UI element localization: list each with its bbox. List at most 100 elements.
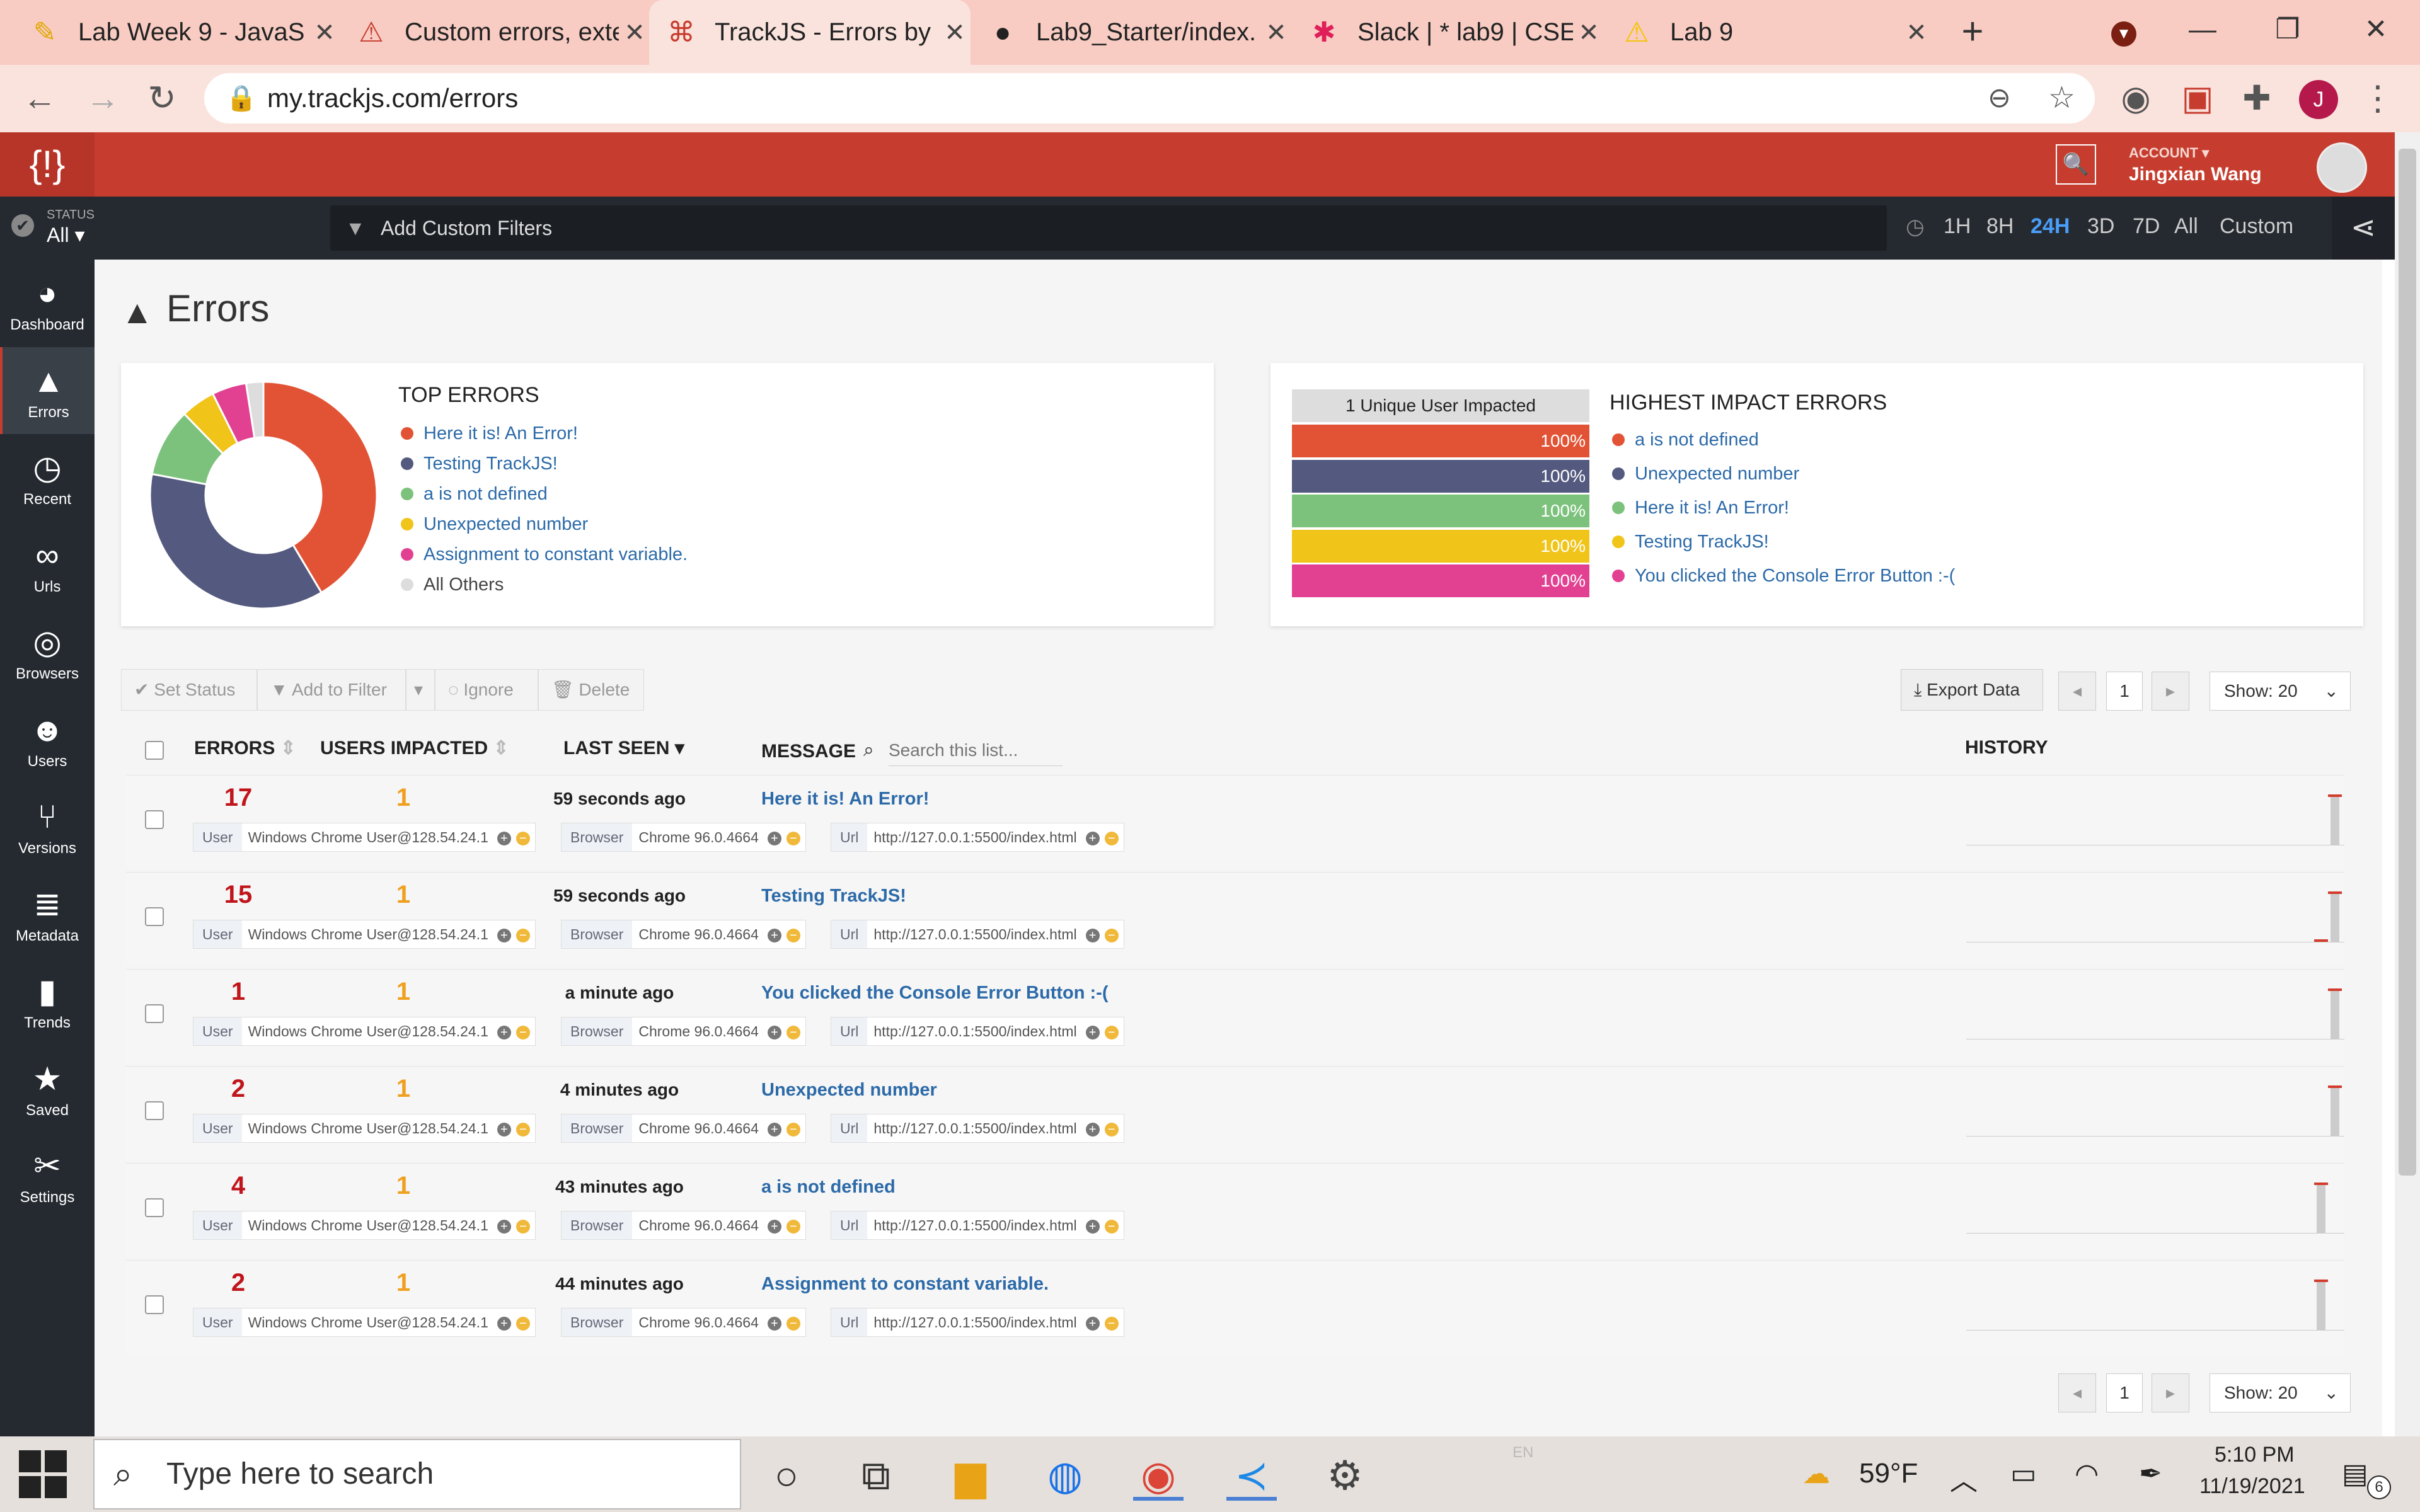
exclude-filter-icon[interactable]: −	[1104, 832, 1119, 845]
forward-icon[interactable]: →	[82, 77, 124, 119]
error-message-link[interactable]: Unexpected number	[761, 1080, 937, 1101]
settings-icon[interactable]: ⚙	[1320, 1450, 1370, 1501]
sidebar-item-trends[interactable]: ▮ Trends	[0, 958, 95, 1045]
exclude-filter-icon[interactable]: −	[516, 1220, 530, 1234]
include-filter-icon[interactable]: +	[497, 1220, 511, 1234]
impact-legend-item[interactable]: You clicked the Console Error Button :-(	[1612, 566, 1955, 587]
tab-close-icon[interactable]: ✕	[1260, 18, 1292, 47]
url-tag[interactable]: Url http://127.0.0.1:5500/index.html + −	[831, 823, 1124, 852]
exclude-filter-icon[interactable]: −	[786, 1317, 800, 1331]
impact-legend-item[interactable]: a is not defined	[1612, 430, 1759, 450]
sidebar-item-users[interactable]: ☻ Users	[0, 696, 95, 783]
user-avatar[interactable]	[2317, 142, 2367, 193]
user-tag[interactable]: User Windows Chrome User@128.54.24.1 + −	[193, 823, 536, 852]
tray-chevron-icon[interactable]: ︿	[1950, 1458, 1978, 1498]
row-checkbox[interactable]	[145, 810, 164, 829]
tab-close-icon[interactable]: ✕	[1901, 18, 1932, 47]
exclude-filter-icon[interactable]: −	[1104, 1317, 1119, 1331]
user-tag[interactable]: User Windows Chrome User@128.54.24.1 + −	[193, 1308, 536, 1337]
export-data-button[interactable]: ⤓ Export Data	[1901, 669, 2043, 711]
browser-tab[interactable]: ✱ Slack | * lab9 | CSE ✕	[1292, 0, 1605, 65]
sidebar-item-saved[interactable]: ★ Saved	[0, 1045, 95, 1132]
weather-temp[interactable]: 59°F	[1859, 1458, 1918, 1489]
sidebar-item-settings[interactable]: ✂ Settings	[0, 1132, 95, 1219]
ignore-button[interactable]: ◌ Ignore	[435, 669, 538, 711]
browser-tag[interactable]: Browser Chrome 96.0.4664 + −	[561, 1114, 806, 1143]
clock-date[interactable]: 11/19/2021	[2199, 1474, 2305, 1499]
wifi-icon[interactable]: ◠	[2075, 1458, 2099, 1490]
top-errors-legend-item[interactable]: All Others	[401, 575, 504, 595]
exclude-filter-icon[interactable]: −	[516, 1123, 530, 1137]
error-message-link[interactable]: Here it is! An Error!	[761, 789, 929, 810]
tab-close-icon[interactable]: ✕	[309, 18, 340, 47]
extension-pocket-icon[interactable]: ▣	[2177, 77, 2218, 119]
file-explorer-icon[interactable]: ▆	[945, 1450, 996, 1501]
reload-icon[interactable]: ↻	[141, 77, 183, 119]
user-tag[interactable]: User Windows Chrome User@128.54.24.1 + −	[193, 1114, 536, 1143]
extension-media-icon[interactable]: ◉	[2115, 77, 2157, 119]
windows-start-icon[interactable]	[19, 1450, 67, 1498]
include-filter-icon[interactable]: +	[497, 1123, 511, 1137]
prev-page-button-bottom[interactable]: ◂	[2058, 1373, 2096, 1412]
include-filter-icon[interactable]: +	[1085, 832, 1100, 845]
sidebar-item-metadata[interactable]: ≣ Metadata	[0, 871, 95, 958]
error-message-link[interactable]: You clicked the Console Error Button :-(	[761, 983, 1109, 1004]
top-errors-legend-item[interactable]: Here it is! An Error!	[401, 423, 578, 444]
time-range-1h[interactable]: 1H	[1944, 214, 1971, 239]
back-icon[interactable]: ←	[19, 77, 60, 119]
include-filter-icon[interactable]: +	[767, 1123, 781, 1137]
top-errors-legend-item[interactable]: Assignment to constant variable.	[401, 544, 688, 565]
url-tag[interactable]: Url http://127.0.0.1:5500/index.html + −	[831, 1017, 1124, 1046]
select-all-checkbox[interactable]	[145, 741, 164, 760]
exclude-filter-icon[interactable]: −	[786, 1026, 800, 1040]
delete-button[interactable]: 🗑 Delete	[538, 669, 644, 711]
minimize-icon[interactable]: —	[2177, 8, 2228, 52]
add-to-filter-dropdown[interactable]: ▾	[406, 669, 435, 711]
exclude-filter-icon[interactable]: −	[786, 1220, 800, 1234]
taskbar-search-input[interactable]: ⌕ Type here to search	[93, 1439, 741, 1509]
task-view-icon[interactable]: ⧉	[851, 1450, 901, 1501]
user-tag[interactable]: User Windows Chrome User@128.54.24.1 + −	[193, 1017, 536, 1046]
impact-legend-item[interactable]: Unexpected number	[1612, 464, 1799, 484]
search-icon[interactable]: 🔍	[2056, 144, 2096, 185]
chrome-icon[interactable]: ◉	[1133, 1450, 1184, 1501]
browser-tag[interactable]: Browser Chrome 96.0.4664 + −	[561, 1308, 806, 1337]
exclude-filter-icon[interactable]: −	[1104, 1220, 1119, 1234]
top-errors-legend-item[interactable]: Unexpected number	[401, 514, 588, 535]
set-status-button[interactable]: ✔ Set Status	[121, 669, 257, 711]
time-range-24h[interactable]: 24H	[2031, 214, 2070, 239]
browser-tab[interactable]: ⚠ Custom errors, exte ✕	[339, 0, 650, 65]
window-close-icon[interactable]: ✕	[2351, 8, 2401, 52]
row-checkbox[interactable]	[145, 1295, 164, 1314]
tab-close-icon[interactable]: ✕	[619, 18, 650, 47]
tab-search-icon[interactable]: ▼	[2099, 8, 2149, 52]
row-checkbox[interactable]	[145, 1004, 164, 1023]
exclude-filter-icon[interactable]: −	[1104, 1123, 1119, 1137]
user-tag[interactable]: User Windows Chrome User@128.54.24.1 + −	[193, 920, 536, 949]
next-page-button-bottom[interactable]: ▸	[2152, 1373, 2189, 1412]
impact-legend-item[interactable]: Testing TrackJS!	[1612, 532, 1769, 553]
scrollbar-thumb[interactable]	[2399, 149, 2416, 1176]
new-tab-button[interactable]: +	[1954, 13, 1991, 50]
include-filter-icon[interactable]: +	[1085, 1123, 1100, 1137]
exclude-filter-icon[interactable]: −	[786, 929, 800, 942]
impact-bar[interactable]: 100%	[1292, 529, 1589, 563]
time-range-7d[interactable]: 7D	[2133, 214, 2160, 239]
include-filter-icon[interactable]: +	[497, 832, 511, 845]
top-errors-legend-item[interactable]: Testing TrackJS!	[401, 454, 558, 474]
next-page-button[interactable]: ▸	[2152, 672, 2189, 711]
exclude-filter-icon[interactable]: −	[516, 1317, 530, 1331]
exclude-filter-icon[interactable]: −	[516, 1026, 530, 1040]
include-filter-icon[interactable]: +	[497, 1317, 511, 1331]
sidebar-item-versions[interactable]: ⑂ Versions	[0, 783, 95, 870]
battery-icon[interactable]: ▭	[2010, 1458, 2037, 1490]
weather-icon[interactable]: ☁	[1802, 1458, 1830, 1490]
account-label[interactable]: ACCOUNT ▾	[2129, 145, 2209, 161]
include-filter-icon[interactable]: +	[1085, 1220, 1100, 1234]
include-filter-icon[interactable]: +	[767, 832, 781, 845]
vscode-icon[interactable]: ≺	[1226, 1450, 1277, 1501]
tab-close-icon[interactable]: ✕	[1573, 18, 1605, 47]
include-filter-icon[interactable]: +	[767, 1026, 781, 1040]
sidebar-item-recent[interactable]: ◷ Recent	[0, 434, 95, 521]
errors-column-header[interactable]: ERRORS ⇕	[194, 737, 296, 759]
